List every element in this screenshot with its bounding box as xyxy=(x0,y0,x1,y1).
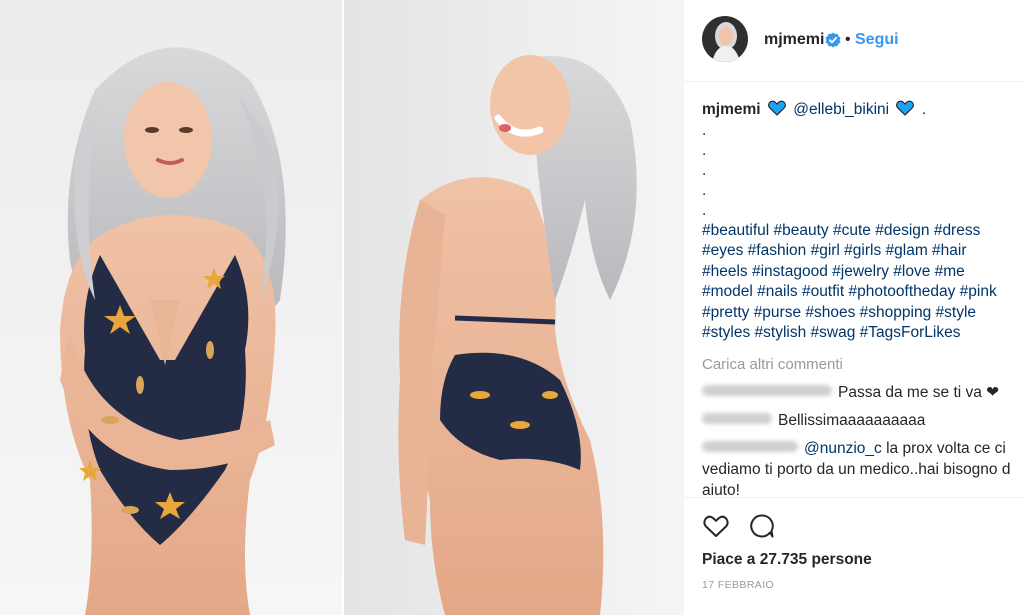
blue-heart-icon xyxy=(896,100,915,116)
follow-button[interactable]: Segui xyxy=(855,31,899,49)
caption-dot: . xyxy=(702,181,707,199)
load-more-comments-button[interactable]: Carica altri commenti xyxy=(702,356,843,373)
post-date[interactable]: 17 FEBBRAIO xyxy=(702,579,774,591)
caption-trail: . xyxy=(921,101,927,118)
comment-text: Bellissimaaaaaaaaaa xyxy=(778,412,926,429)
avatar[interactable] xyxy=(702,16,748,62)
caption: mjmemi @ellebi_bikini . . . . . . #beaut… xyxy=(702,100,1014,344)
comment-text: Passa da me se ti va ❤ xyxy=(838,384,1000,401)
comment-item: @nunzio_c la prox volta ce ci vediamo ti… xyxy=(702,438,1014,501)
caption-hashtags[interactable]: #beautiful #beauty #cute #design #dress … xyxy=(702,221,1014,344)
caption-mention[interactable]: @ellebi_bikini xyxy=(793,101,889,118)
likes-count[interactable]: Piace a 27.735 persone xyxy=(702,551,872,569)
caption-username[interactable]: mjmemi xyxy=(702,101,761,118)
like-heart-icon[interactable] xyxy=(702,512,730,540)
post-sidebar: mjmemi • Segui mjmemi @ellebi_bikini . .… xyxy=(684,0,1024,615)
comment-mention[interactable]: @nunzio_c xyxy=(804,440,882,457)
actions-divider xyxy=(684,497,1024,498)
separator-dot: • xyxy=(845,31,851,48)
post-author-username[interactable]: mjmemi xyxy=(764,31,824,49)
caption-dot: . xyxy=(702,161,707,179)
caption-dot: . xyxy=(702,121,707,139)
comment-item: Bellissimaaaaaaaaaa xyxy=(702,410,1014,431)
caption-dot: . xyxy=(702,201,707,219)
blurred-username[interactable] xyxy=(702,413,772,424)
blurred-username[interactable] xyxy=(702,385,832,396)
caption-dot: . xyxy=(702,141,707,159)
post-photo[interactable] xyxy=(0,0,684,615)
blurred-username[interactable] xyxy=(702,441,798,452)
photo-collage xyxy=(0,0,684,615)
verified-badge-icon xyxy=(825,32,841,48)
post-header: mjmemi • Segui xyxy=(684,0,1024,82)
blue-heart-icon xyxy=(767,100,786,116)
comment-bubble-icon[interactable] xyxy=(748,512,776,540)
comment-item: Passa da me se ti va ❤ xyxy=(702,382,1014,403)
